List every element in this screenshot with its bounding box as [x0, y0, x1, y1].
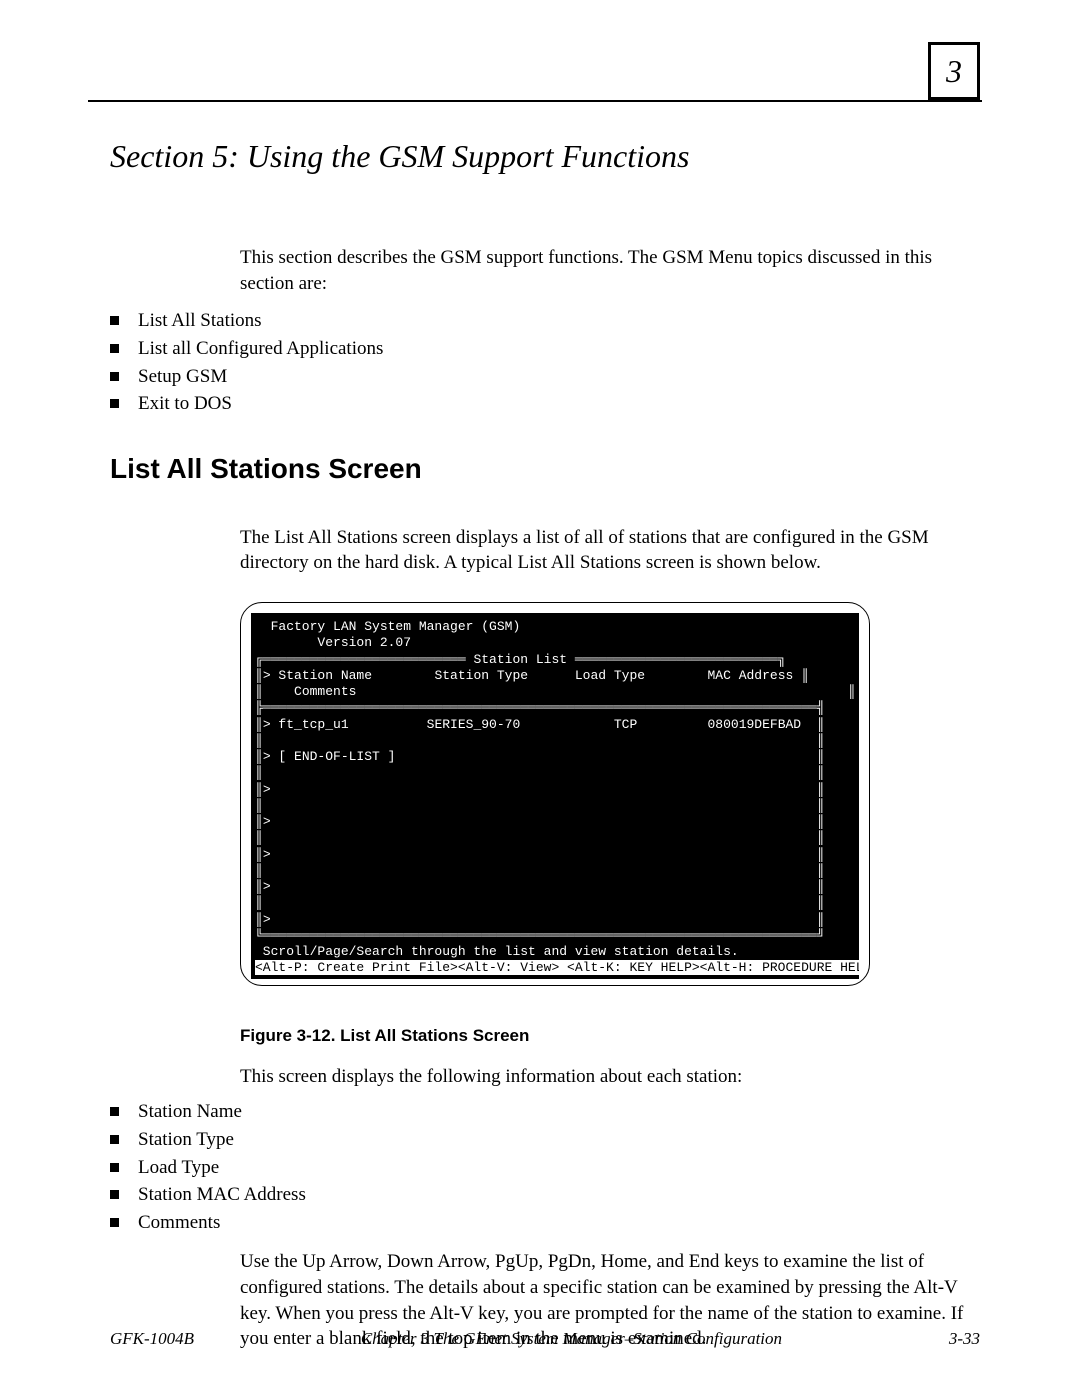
list-item: List all Configured Applications — [110, 336, 980, 362]
terminal-frame-label: Station List — [466, 652, 575, 667]
terminal-frame: Factory LAN System Manager (GSM) Version… — [240, 602, 870, 986]
list-item: Load Type — [110, 1155, 980, 1181]
terminal-blank: > — [263, 782, 271, 797]
terminal-version: Version 2.07 — [255, 635, 411, 650]
list-item: Exit to DOS — [110, 391, 980, 417]
section-title: Section 5: Using the GSM Support Functio… — [110, 138, 980, 175]
terminal-hint: Scroll/Page/Search through the list and … — [255, 944, 739, 959]
terminal-title: Factory LAN System Manager (GSM) — [255, 619, 520, 634]
terminal-row: > ft_tcp_u1 SERIES_90-70 TCP 080019DEFBA… — [263, 717, 801, 732]
list-item: Comments — [110, 1210, 980, 1236]
list-item: Setup GSM — [110, 364, 980, 390]
terminal-col-header: > Station Name Station Type Load Type MA… — [263, 668, 794, 683]
page-footer: GFK-1004B Chapter 3 The GEnet System Man… — [110, 1329, 980, 1349]
header-rule — [88, 100, 982, 102]
info-bullet-list: Station Name Station Type Load Type Stat… — [110, 1099, 980, 1235]
terminal-key-bar: <Alt-P: Create Print File><Alt-V: View> … — [255, 960, 859, 975]
footer-chapter-title: Chapter 3 The GEnet System Manager–Stati… — [194, 1329, 949, 1349]
chapter-badge: 3 — [928, 42, 980, 100]
list-item: List All Stations — [110, 308, 980, 334]
chapter-number: 3 — [946, 53, 962, 90]
terminal-screen: Factory LAN System Manager (GSM) Version… — [251, 613, 859, 979]
list-item: Station MAC Address — [110, 1182, 980, 1208]
intro-bullet-list: List All Stations List all Configured Ap… — [110, 308, 980, 417]
list-item: Station Name — [110, 1099, 980, 1125]
terminal-blank: > — [263, 847, 271, 862]
footer-page-number: 3-33 — [949, 1329, 980, 1349]
heading-list-all-stations: List All Stations Screen — [110, 453, 980, 485]
intro-paragraph: This section describes the GSM support f… — [240, 245, 970, 296]
terminal-blank: > — [263, 814, 271, 829]
terminal-blank: > — [263, 912, 271, 927]
page: 3 Section 5: Using the GSM Support Funct… — [0, 0, 1080, 1397]
screen-info-paragraph: This screen displays the following infor… — [240, 1064, 970, 1090]
terminal-col-sub: Comments — [263, 684, 357, 699]
figure-caption: Figure 3-12. List All Stations Screen — [240, 1026, 980, 1046]
list-all-paragraph: The List All Stations screen displays a … — [240, 525, 970, 576]
list-item: Station Type — [110, 1127, 980, 1153]
terminal-blank: > — [263, 879, 271, 894]
terminal-eol: > [ END-OF-LIST ] — [263, 749, 396, 764]
footer-docnum: GFK-1004B — [110, 1329, 194, 1349]
